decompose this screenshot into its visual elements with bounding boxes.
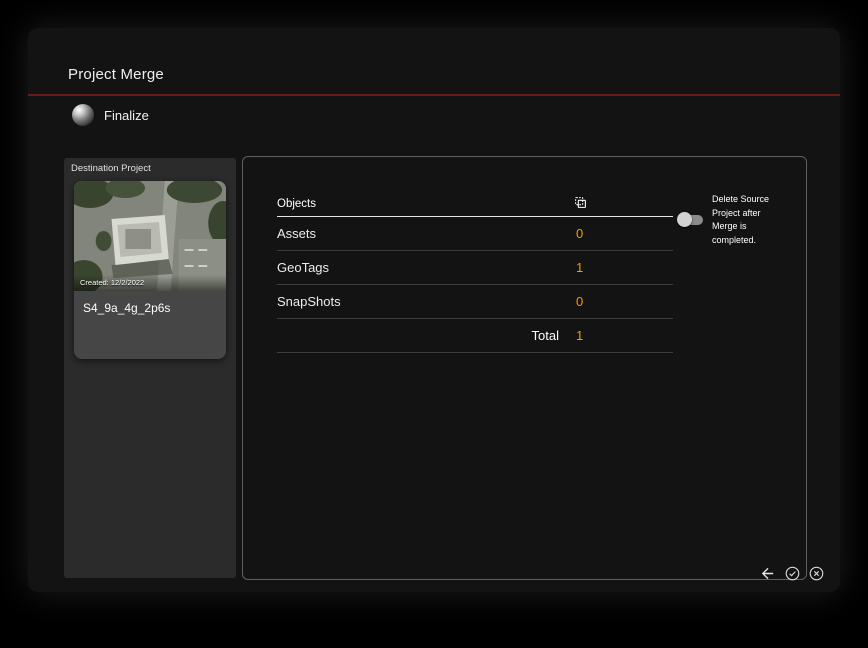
total-label: Total — [531, 328, 559, 343]
close-icon[interactable] — [809, 566, 824, 581]
destination-project-card: Created: 12/2/2022 S4_9a_4g_2p6s — [74, 181, 226, 359]
table-row: Assets 0 — [277, 217, 673, 251]
created-date-label: Created: 12/2/2022 — [74, 275, 226, 291]
delete-source-toggle[interactable] — [677, 212, 703, 227]
merge-count-icon — [574, 196, 587, 212]
confirm-icon[interactable] — [785, 566, 800, 581]
destination-project-label: Destination Project — [71, 163, 151, 174]
step-label: Finalize — [104, 107, 149, 123]
row-value: 0 — [576, 294, 584, 309]
merge-summary-panel: Objects Assets 0 GeoTags 1 SnapShots 0 T… — [242, 156, 807, 580]
step-sphere-icon — [72, 104, 94, 126]
finalize-step: Finalize — [72, 104, 149, 126]
toggle-knob[interactable] — [677, 212, 692, 227]
row-value: 0 — [576, 226, 584, 241]
delete-source-option: Delete Source Project after Merge is com… — [677, 193, 809, 247]
row-label: SnapShots — [277, 294, 341, 309]
page-title: Project Merge — [68, 66, 164, 83]
objects-table: Objects Assets 0 GeoTags 1 SnapShots 0 T… — [277, 191, 673, 353]
objects-header-label: Objects — [277, 197, 316, 210]
destination-project-panel: Destination Project Created: 12/2/2022 S… — [64, 158, 236, 578]
project-merge-dialog: Project Merge Finalize Destination Proje… — [28, 28, 840, 592]
row-label: Assets — [277, 226, 317, 241]
row-value: 1 — [576, 260, 584, 275]
table-row: SnapShots 0 — [277, 285, 673, 319]
objects-table-header: Objects — [277, 191, 673, 217]
table-total-row: Total 1 — [277, 319, 673, 353]
project-thumbnail: Created: 12/2/2022 — [74, 181, 226, 291]
project-name: S4_9a_4g_2p6s — [83, 301, 171, 315]
row-label: GeoTags — [277, 260, 330, 275]
back-arrow-icon[interactable] — [759, 565, 776, 582]
table-row: GeoTags 1 — [277, 251, 673, 285]
delete-source-label: Delete Source Project after Merge is com… — [712, 194, 770, 245]
dialog-actions — [759, 565, 824, 582]
title-divider — [28, 94, 840, 96]
total-value: 1 — [576, 328, 584, 343]
